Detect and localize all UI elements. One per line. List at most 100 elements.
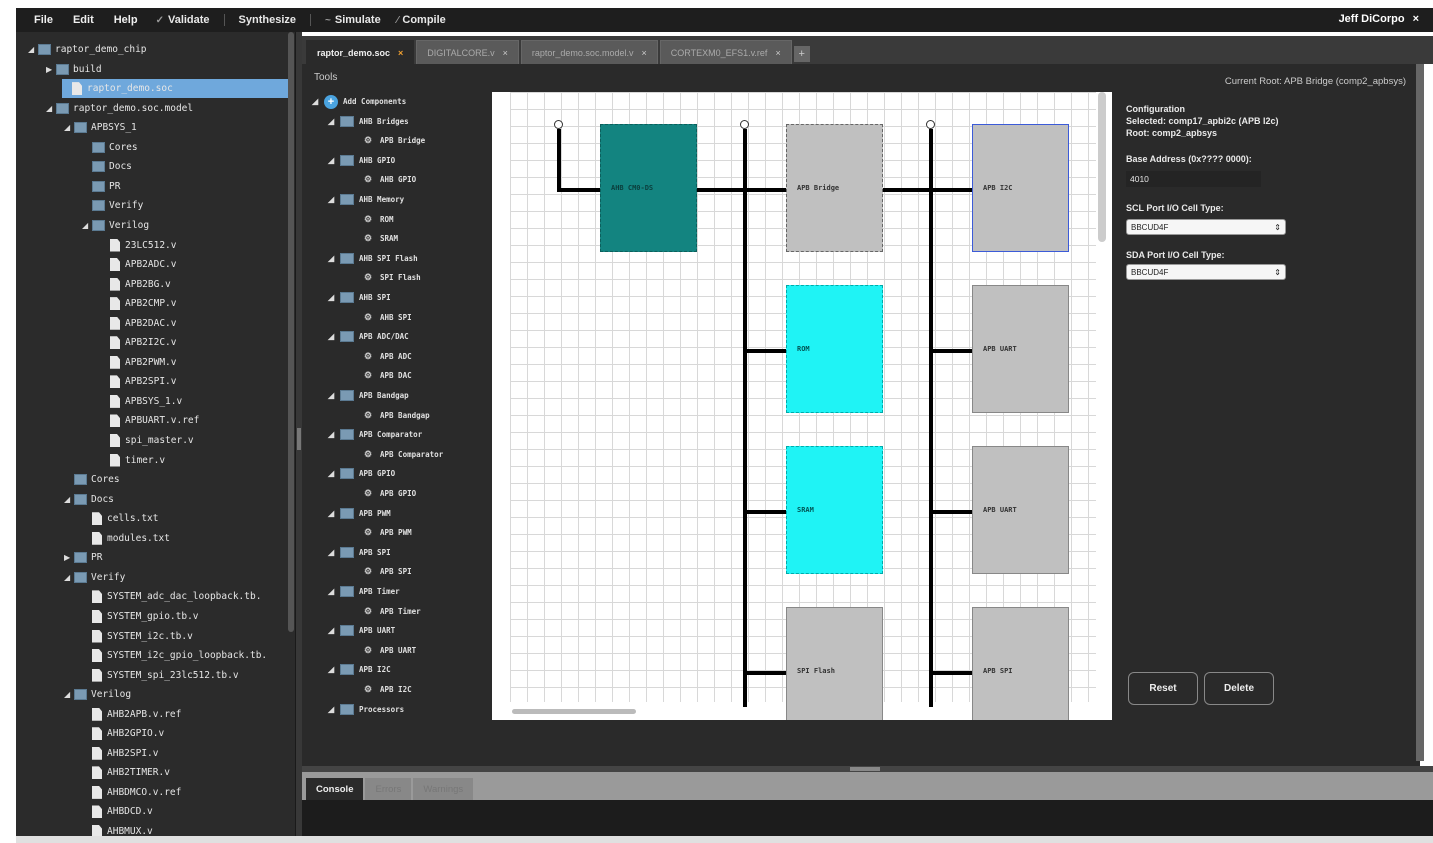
tool-component[interactable]: ⚙ ROM — [364, 210, 394, 229]
tool-component[interactable]: ⚙ APB Bridge — [364, 131, 425, 150]
console-tab-errors[interactable]: Errors — [365, 778, 412, 800]
tree-file[interactable]: AHB2APB.v.ref — [82, 705, 181, 724]
tool-category[interactable]: ◢ APB Timer — [328, 582, 400, 601]
tool-category[interactable]: ◢ APB SPI — [328, 543, 391, 562]
editor-tab[interactable]: CORTEXM0_EFS1.v.ref × — [659, 40, 792, 64]
tool-category[interactable]: ◢ APB Bandgap — [328, 386, 409, 405]
console-splitter-grip[interactable] — [850, 767, 880, 771]
tree-folder[interactable]: ◢ Docs — [64, 490, 114, 509]
editor-tab[interactable]: raptor_demo.soc × — [306, 40, 415, 64]
collapse-arrow-icon[interactable]: ◢ — [328, 587, 340, 596]
tool-component[interactable]: ⚙ APB PWM — [364, 523, 412, 542]
tab-close-icon[interactable]: × — [398, 48, 403, 58]
collapse-arrow-icon[interactable]: ◢ — [328, 665, 340, 674]
tool-category[interactable]: ◢ Processors — [328, 700, 404, 719]
tool-component[interactable]: ⚙ AHB SPI — [364, 308, 412, 327]
tree-folder[interactable]: Docs — [82, 157, 132, 176]
close-icon[interactable]: × — [1413, 13, 1419, 25]
tree-folder[interactable]: PR — [82, 177, 120, 196]
menu-help[interactable]: Help — [106, 11, 146, 29]
expand-arrow-icon[interactable]: ▶ — [64, 553, 74, 562]
tree-file[interactable]: AHB2GPIO.v — [82, 724, 164, 743]
tree-file[interactable]: 23LC512.v — [100, 236, 176, 255]
collapse-arrow-icon[interactable]: ◢ — [328, 509, 340, 518]
tool-category[interactable]: ◢ APB PWM — [328, 504, 391, 523]
collapse-arrow-icon[interactable]: ◢ — [328, 293, 340, 302]
editor-tab[interactable]: raptor_demo.soc.model.v × — [520, 40, 658, 64]
tree-file[interactable]: APB2PWM.v — [100, 353, 176, 372]
tree-folder[interactable]: ▶ build — [46, 60, 102, 79]
tree-file[interactable]: APBUART.v.ref — [100, 411, 199, 430]
canvas-horizontal-scrollbar[interactable] — [512, 709, 636, 714]
design-canvas[interactable]: AHB CM0-DS APB Bridge APB I2C ROM APB UA… — [492, 92, 1112, 720]
tool-component[interactable]: ⚙ APB DAC — [364, 366, 412, 385]
tool-component[interactable]: ⚙ APB Bandgap — [364, 406, 430, 425]
tree-folder[interactable]: Verify — [82, 196, 143, 215]
tree-file[interactable]: SYSTEM_i2c.tb.v — [82, 627, 193, 646]
collapse-arrow-icon[interactable]: ◢ — [328, 254, 340, 263]
tool-component[interactable]: ⚙ AHB GPIO — [364, 170, 416, 189]
collapse-arrow-icon[interactable]: ◢ — [64, 123, 74, 132]
console-tab-warnings[interactable]: Warnings — [413, 778, 474, 800]
menu-edit[interactable]: Edit — [65, 11, 102, 29]
block-apb-bridge[interactable]: APB Bridge — [786, 124, 883, 252]
tree-file[interactable]: APBSYS_1.v — [100, 392, 182, 411]
tool-category[interactable]: ◢ AHB SPI Flash — [328, 249, 418, 268]
collapse-arrow-icon[interactable]: ◢ — [328, 705, 340, 714]
splitter-grip[interactable] — [297, 428, 301, 450]
bus-port[interactable] — [740, 120, 749, 129]
collapse-arrow-icon[interactable]: ◢ — [328, 391, 340, 400]
collapse-arrow-icon[interactable]: ◢ — [328, 548, 340, 557]
tool-category[interactable]: ◢ APB GPIO — [328, 464, 395, 483]
tree-folder[interactable]: Cores — [64, 470, 120, 489]
block-apb-uart[interactable]: APB UART — [972, 446, 1069, 574]
tree-file[interactable]: SYSTEM_spi_23lc512.tb.v — [82, 666, 239, 685]
collapse-arrow-icon[interactable]: ◢ — [328, 117, 340, 126]
tree-file[interactable]: SYSTEM_gpio.tb.v — [82, 607, 199, 626]
tool-component[interactable]: ⚙ APB GPIO — [364, 484, 416, 503]
tool-component[interactable]: ⚙ APB I2C — [364, 680, 412, 699]
tree-file[interactable]: APB2ADC.v — [100, 255, 176, 274]
collapse-arrow-icon[interactable]: ◢ — [312, 97, 324, 106]
tree-file[interactable]: timer.v — [100, 451, 165, 470]
block-rom[interactable]: ROM — [786, 285, 883, 413]
tool-category[interactable]: ◢ AHB GPIO — [328, 151, 395, 170]
tab-close-icon[interactable]: × — [503, 48, 508, 58]
collapse-arrow-icon[interactable]: ◢ — [46, 104, 56, 113]
tab-close-icon[interactable]: × — [775, 48, 780, 58]
user-menu[interactable]: Jeff DiCorpo × — [1339, 13, 1419, 25]
reset-button[interactable]: Reset — [1128, 672, 1198, 705]
tree-file[interactable]: AHB2TIMER.v — [82, 763, 170, 782]
tree-file[interactable]: APB2SPI.v — [100, 372, 176, 391]
sda-cell-type-select[interactable]: BBCUD4F ⇕ — [1126, 264, 1286, 280]
tree-folder[interactable]: ◢ raptor_demo_chip — [28, 40, 147, 59]
expand-arrow-icon[interactable]: ▶ — [46, 65, 56, 74]
tool-component[interactable]: ⚙ APB Comparator — [364, 445, 443, 464]
collapse-arrow-icon[interactable]: ◢ — [328, 156, 340, 165]
tree-file[interactable]: AHB2SPI.v — [82, 744, 158, 763]
tree-folder[interactable]: ◢ Verilog — [82, 216, 149, 235]
collapse-arrow-icon[interactable]: ◢ — [64, 573, 74, 582]
tree-file[interactable]: AHBDCD.v — [82, 802, 153, 821]
block-sram[interactable]: SRAM — [786, 446, 883, 574]
tree-folder[interactable]: ▶ PR — [64, 548, 102, 567]
editor-scrollbar[interactable] — [1416, 64, 1424, 761]
base-address-field[interactable]: 4010 — [1126, 171, 1261, 187]
tool-category[interactable]: ◢ APB Comparator — [328, 425, 422, 444]
tree-file[interactable]: raptor_demo.soc — [62, 79, 292, 99]
collapse-arrow-icon[interactable]: ◢ — [28, 45, 38, 54]
collapse-arrow-icon[interactable]: ◢ — [328, 469, 340, 478]
tree-file[interactable]: spi_master.v — [100, 431, 194, 450]
tree-file[interactable]: APB2DAC.v — [100, 314, 176, 333]
tool-category[interactable]: ◢ AHB Memory — [328, 190, 404, 209]
tool-category[interactable]: ◢ APB UART — [328, 621, 395, 640]
tree-file[interactable]: APB2CMP.v — [100, 294, 176, 313]
tree-file[interactable]: SYSTEM_adc_dac_loopback.tb. — [82, 587, 261, 606]
tree-file[interactable]: APB2BG.v — [100, 275, 171, 294]
bus-port[interactable] — [926, 120, 935, 129]
bus-port[interactable] — [554, 120, 563, 129]
tool-component[interactable]: ⚙ APB SPI — [364, 562, 412, 581]
block-spi-flash[interactable]: SPI Flash — [786, 607, 883, 720]
collapse-arrow-icon[interactable]: ◢ — [328, 332, 340, 341]
synthesize-button[interactable]: Synthesize — [233, 11, 302, 29]
